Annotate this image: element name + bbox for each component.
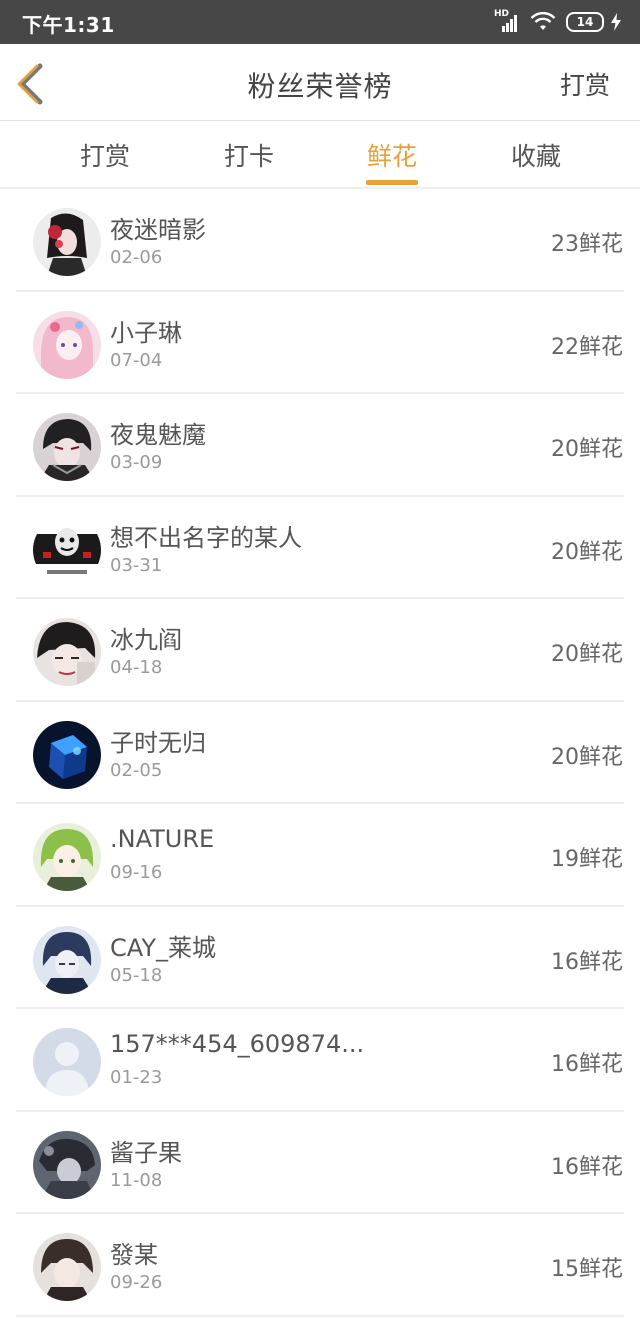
fan-date: 11-08	[110, 1169, 163, 1191]
list-item[interactable]: 小子琳 07-04 22鲜花	[16, 292, 624, 394]
fan-date: 01-23	[110, 1067, 163, 1088]
fan-name: 子时无归	[110, 728, 206, 757]
fan-date: 03-31	[110, 554, 163, 576]
flower-count: 16鲜花	[551, 1052, 623, 1077]
list-item[interactable]: 157***454_609874... 01-23 16鲜花	[16, 1009, 624, 1112]
flower-count: 20鲜花	[551, 437, 623, 462]
fan-name: 酱子果	[110, 1138, 182, 1167]
avatar	[33, 310, 101, 379]
flower-count: 20鲜花	[551, 642, 623, 667]
list-item[interactable]: 冰九阎 04-18 20鲜花	[16, 599, 624, 702]
tab-checkin[interactable]: 打卡	[189, 137, 309, 173]
fan-name: 想不出名字的某人	[110, 523, 302, 552]
status-icons: HD 14	[494, 9, 622, 34]
tab-reward[interactable]: 打赏	[45, 137, 165, 173]
wifi-icon	[530, 12, 556, 30]
fan-name: CAY_莱城	[110, 933, 216, 962]
flower-count: 23鲜花	[551, 232, 623, 257]
fan-ranking-list: 夜迷暗影 02-06 23鲜花 小子琳 07-04 22鲜花 夜鬼魅魔 03-0…	[0, 189, 640, 1317]
tab-favorites[interactable]: 收藏	[476, 137, 596, 173]
fan-date: 07-04	[110, 349, 163, 371]
fan-name: 夜鬼魅魔	[110, 421, 206, 449]
flower-count: 20鲜花	[551, 744, 623, 770]
tab-flowers[interactable]: 鲜花	[332, 137, 452, 173]
fan-name: 發某	[110, 1241, 158, 1269]
flower-count: 20鲜花	[551, 539, 623, 565]
flower-count: 19鲜花	[551, 847, 623, 872]
list-item[interactable]: 子时无归 02-05 20鲜花	[16, 702, 624, 804]
page-title: 粉丝荣誉榜	[247, 70, 393, 103]
list-item[interactable]: 發某 09-26 15鲜花	[16, 1214, 624, 1317]
avatar	[33, 925, 101, 994]
list-item[interactable]: CAY_莱城 05-18 16鲜花	[16, 907, 624, 1009]
nav-header: 粉丝荣誉榜 打赏	[0, 44, 640, 120]
fan-name: .NATURE	[110, 825, 215, 853]
avatar	[33, 413, 101, 481]
flower-count: 22鲜花	[551, 334, 623, 360]
fan-name: 冰九阎	[110, 626, 182, 654]
avatar	[33, 515, 101, 584]
list-item[interactable]: 夜迷暗影 02-06 23鲜花	[16, 189, 624, 292]
fan-name: 157***454_609874...	[110, 1030, 365, 1058]
network-type: HD	[494, 9, 510, 19]
avatar	[33, 1130, 101, 1199]
fan-date: 04-18	[110, 657, 163, 678]
fan-name: 小子琳	[110, 318, 182, 347]
signal-icon: HD	[494, 9, 520, 32]
fan-name: 夜迷暗影	[110, 216, 206, 244]
status-time: 下午1:31	[22, 13, 115, 37]
list-item[interactable]: 酱子果 11-08 16鲜花	[16, 1112, 624, 1214]
fan-date: 09-16	[110, 862, 163, 883]
avatar	[33, 618, 101, 686]
avatar	[33, 823, 101, 891]
fan-date: 02-06	[110, 247, 163, 268]
tab-bar: 打赏 打卡 鲜花 收藏	[0, 121, 640, 187]
avatar	[33, 1233, 101, 1301]
tab-active-indicator	[366, 180, 418, 185]
list-item[interactable]: .NATURE 09-16 19鲜花	[16, 804, 624, 907]
avatar	[33, 720, 101, 789]
fan-date: 09-26	[110, 1272, 163, 1293]
reward-button[interactable]: 打赏	[560, 66, 610, 102]
list-item[interactable]: 夜鬼魅魔 03-09 20鲜花	[16, 394, 624, 497]
fan-date: 03-09	[110, 452, 163, 473]
avatar	[33, 208, 101, 276]
status-bar: 下午1:31 HD 14	[0, 0, 640, 44]
flower-count: 15鲜花	[551, 1257, 623, 1282]
flower-count: 16鲜花	[551, 949, 623, 975]
list-item[interactable]: 想不出名字的某人 03-31 20鲜花	[16, 497, 624, 599]
flower-count: 16鲜花	[551, 1154, 623, 1180]
charging-icon	[611, 13, 621, 31]
fan-date: 02-05	[110, 759, 163, 781]
fan-date: 05-18	[110, 964, 163, 986]
battery-icon: 14	[566, 12, 604, 32]
avatar	[33, 1028, 101, 1096]
